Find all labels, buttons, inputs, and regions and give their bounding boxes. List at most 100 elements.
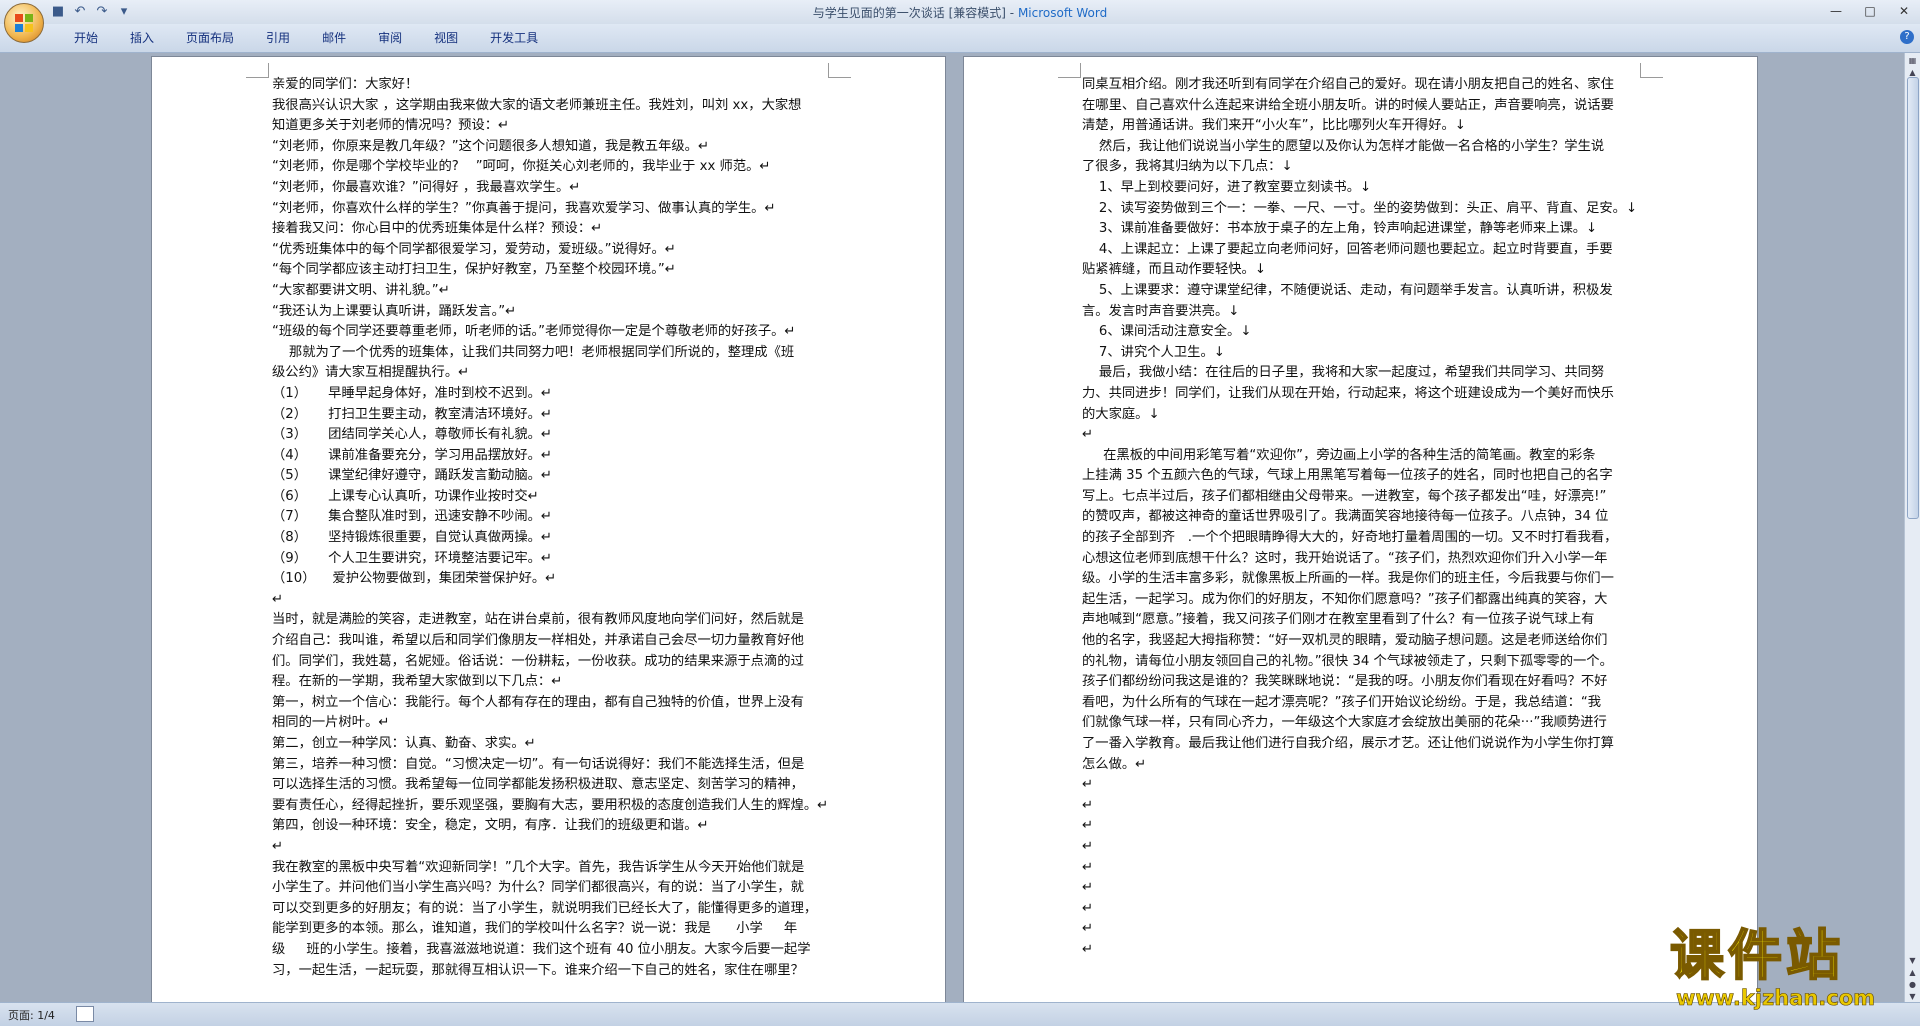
text-line: “班级的每个同学还要尊重老师，听老师的话。”老师觉得你一定是个尊敬老师的好孩子。… <box>272 324 796 340</box>
app-name: Microsoft Word <box>1017 6 1108 20</box>
ribbon-tabs: 开始 插入 页面布局 引用 邮件 审阅 视图 开发工具 <box>58 29 554 47</box>
text-line: 可以交到更多的好朋友；有的说：当了小学生，就说明我们已经长大了，能懂得更多的道理… <box>272 900 818 916</box>
office-button[interactable] <box>4 3 44 43</box>
text-line: 程。在新的一学期，我希望大家做到以下几点：↵ <box>272 674 563 690</box>
text-line: 能学到更多的本领。那么，谁知道，我们的学校叫什么名字？说一说：我是 小学 年 <box>272 921 798 937</box>
text-line: 同桌互相介绍。刚才我还听到有同学在介绍自己的爱好。现在请小朋友把自己的姓名、家住 <box>1082 77 1614 92</box>
ribbon-tab-bar: 开始 插入 页面布局 引用 邮件 审阅 视图 开发工具 ? <box>0 24 1920 53</box>
text-line: （7） 集合整队准时到，迅速安静不吵闹。↵ <box>272 509 553 525</box>
text-line: 的礼物，请每位小朋友领回自己的礼物。”很快 34 个气球被领走了，只剩下孤零零的… <box>1082 653 1613 669</box>
window-controls: — □ ✕ <box>1826 2 1914 20</box>
previous-page-icon[interactable]: ▲ <box>1907 967 1918 978</box>
tab-review[interactable]: 审阅 <box>362 29 418 47</box>
office-logo-icon <box>15 14 33 32</box>
text-line: 知道更多关于刘老师的情况吗？预设：↵ <box>272 118 510 134</box>
text-line: 清楚，用普通话讲。我们来开“小火车”，比比哪列火车开得好。↓ <box>1082 118 1466 134</box>
text-line: （3） 团结同学关心人，尊敬师长有礼貌。↵ <box>272 427 553 443</box>
text-line: 介绍自己：我叫谁，希望以后和同学们像朋友一样相处，并承诺自己会尽一切力量教育好他 <box>272 633 804 649</box>
ruler-toggle-icon[interactable]: ▦ <box>1907 55 1918 66</box>
tab-references[interactable]: 引用 <box>250 29 306 47</box>
page-1-text[interactable]: 亲爱的同学们：大家好！ 我很高兴认识大家 ，这学期由我来做大家的语文老师兼班主任。… <box>272 75 832 981</box>
window-title: 与学生见面的第一次谈话 [兼容模式] - Microsoft Word <box>812 6 1108 20</box>
text-line: 亲爱的同学们：大家好！ <box>272 77 419 92</box>
text-line: 相同的一片树叶。↵ <box>272 715 390 731</box>
tab-home[interactable]: 开始 <box>58 29 114 47</box>
margin-corner-mark <box>1058 63 1081 78</box>
text-line: ↵ <box>1082 921 1094 937</box>
text-line: “刘老师，你喜欢什么样的学生？”你真善于提问，我喜欢爱学习、做事认真的学生。↵ <box>272 200 776 216</box>
tab-view[interactable]: 视图 <box>418 29 474 47</box>
tab-mailings[interactable]: 邮件 <box>306 29 362 47</box>
text-line: 习，一起生活，一起玩耍，那就得互相认识一下。谁来介绍一下自己的姓名，家住在哪里？ <box>272 962 804 978</box>
text-line: 上挂满 35 个五颜六色的气球，气球上用黑笔写着每一位孩子的姓名，同时也把自己的… <box>1082 468 1613 484</box>
text-line: 写上。七点半过后，孩子们都相继由父母带来。一进教室，每个孩子都发出“哇，好漂亮!… <box>1082 488 1607 504</box>
text-line: 们。同学们，我姓葛，名妮娅。俗话说：一份耕耘，一份收获。成功的结果来源于点滴的过 <box>272 653 804 669</box>
text-line: 他的名字，我竖起大拇指称赞：“好一双机灵的眼睛，爱动脑子想问题。这是老师送给你们 <box>1082 633 1608 649</box>
text-line: 起生活，一起学习。成为你们的好朋友，不知你们愿意吗？”孩子们都露出纯真的笑容，大 <box>1082 591 1608 607</box>
page-2-text[interactable]: 同桌互相介绍。刚才我还听到有同学在介绍自己的爱好。现在请小朋友把自己的姓名、家住… <box>1082 75 1642 961</box>
text-line: 心想这位老师到底想干什么？这时，我开始说话了。“孩子们，热烈欢迎你们升入小学一年 <box>1082 550 1608 566</box>
text-line: “每个同学都应该主动打扫卫生，保护好教室，乃至整个校园环境。”↵ <box>272 262 676 278</box>
tab-insert[interactable]: 插入 <box>114 29 170 47</box>
text-line: 接着我又问：你心目中的优秀班集体是什么样？预设：↵ <box>272 221 603 237</box>
watermark-logo-text: 课件站 <box>1669 923 1844 987</box>
text-line: 最后，我做小结：在往后的日子里，我将和大家一起度过，希望我们共同学习、共同努 <box>1082 365 1605 381</box>
text-line: 们就像气球一样，只有同心齐力，一年级这个大家庭才会绽放出美丽的花朵···”我顺势… <box>1082 715 1607 731</box>
text-line: 7、讲究个人卫生。↓ <box>1082 344 1225 360</box>
scroll-thumb[interactable] <box>1907 77 1919 519</box>
text-line: “刘老师，你最喜欢谁？”问得好 ，我最喜欢学生。↵ <box>272 179 581 195</box>
next-page-icon[interactable]: ▼ <box>1907 991 1918 1002</box>
text-line: （6） 上课专心认真听，功课作业按时交↵ <box>272 488 539 504</box>
text-line: 的大家庭。↓ <box>1082 406 1160 422</box>
document-page-2[interactable]: 同桌互相介绍。刚才我还听到有同学在介绍自己的爱好。现在请小朋友把自己的姓名、家住… <box>964 57 1757 1002</box>
text-line: ↵ <box>1082 818 1094 834</box>
document-workspace: 亲爱的同学们：大家好！ 我很高兴认识大家 ，这学期由我来做大家的语文老师兼班主任。… <box>0 53 1905 1002</box>
proofing-status-icon[interactable] <box>76 1006 94 1022</box>
tab-page-layout[interactable]: 页面布局 <box>170 29 250 47</box>
text-line: （4） 课前准备要充分，学习用品摆放好。↵ <box>272 447 553 463</box>
text-line: ↵ <box>1082 427 1094 443</box>
minimize-icon[interactable]: — <box>1826 2 1846 20</box>
document-page-1[interactable]: 亲爱的同学们：大家好！ 我很高兴认识大家 ，这学期由我来做大家的语文老师兼班主任。… <box>152 57 945 1002</box>
text-line: 看吧，为什么所有的气球在一起才漂亮呢？”孩子们开始议论纷纷。于是，我总结道：“我 <box>1082 694 1602 710</box>
text-line: 小学生了。并问他们当小学生高兴吗？为什么？同学们都很高兴，有的说：当了小学生，就 <box>272 880 804 896</box>
text-line: （9） 个人卫生要讲究，环境整洁要记牢。↵ <box>272 550 553 566</box>
text-line: 3、课前准备要做好：书本放于桌子的左上角，铃声响起进课堂，静等老师来上课。↓ <box>1082 221 1598 237</box>
text-line: 的赞叹声，都被这神奇的童话世界吸引了。我满面笑容地接待每一位孩子。八点钟，34 … <box>1082 509 1609 525</box>
page-number-status[interactable]: 页面: 1/4 <box>8 1007 55 1023</box>
site-watermark: 课件站 www.kjzhan.com <box>1669 923 1900 1020</box>
select-browse-object-icon[interactable]: ● <box>1907 979 1918 990</box>
tab-developer[interactable]: 开发工具 <box>474 29 554 47</box>
text-line: 第一，树立一个信心：我能行。每个人都有存在的理由，都有自己独特的价值，世界上没有 <box>272 694 804 710</box>
text-line: ↵ <box>272 591 284 607</box>
text-line: 当时，就是满脸的笑容，走进教室，站在讲台桌前，很有教师风度地向学们问好，然后就是 <box>272 612 804 628</box>
title-bar: ■ ↶ ↷ ▾ 与学生见面的第一次谈话 [兼容模式] - Microsoft W… <box>0 0 1920 24</box>
text-line: 孩子们都纷纷问我这是谁的？我笑眯眯地说：“是我的呀。小朋友你们看现在好看吗？不好 <box>1082 674 1608 690</box>
text-line: ↵ <box>272 838 284 854</box>
text-line: （5） 课堂纪律好遵守，踊跃发言勤动脑。↵ <box>272 468 553 484</box>
text-line: 2、读写姿势做到三个一：一拳、一尺、一寸。坐的姿势做到：头正、肩平、背直、足安。… <box>1082 200 1638 216</box>
text-line: 力、共同进步！同学们，让我们从现在开始，行动起来，将这个班建设成为一个美好而快乐 <box>1082 385 1614 401</box>
text-line: “优秀班集体中的每个同学都很爱学习，爱劳动，爱班级。”说得好。↵ <box>272 241 676 257</box>
text-line: （10） 爱护公物要做到，集团荣誉保护好。↵ <box>272 571 557 587</box>
text-line: 1、早上到校要问好，进了教室要立刻读书。↓ <box>1082 179 1372 195</box>
text-line: 怎么做。↵ <box>1082 756 1147 772</box>
text-line: 第三，培养一种习惯：自觉。“习惯决定一切”。有一句话说得好：我们不能选择生活，但… <box>272 756 805 772</box>
text-line: 言。发言时声音要洪亮。↓ <box>1082 303 1240 319</box>
text-line: 第二，创立一种学风：认真、勤奋、求实。↵ <box>272 736 536 751</box>
text-line: 贴紧裤缝，而且动作要轻快。↓ <box>1082 262 1267 278</box>
status-bar: 页面: 1/4 <box>0 1002 1920 1026</box>
maximize-icon[interactable]: □ <box>1860 2 1880 20</box>
text-line: 了一番入学教育。最后我让他们进行自我介绍，展示才艺。还让他们说说作为小学生你打算 <box>1082 736 1614 751</box>
scroll-down-icon[interactable]: ▼ <box>1907 955 1918 966</box>
text-line: ↵ <box>1082 880 1094 896</box>
help-icon[interactable]: ? <box>1900 30 1914 44</box>
margin-corner-mark <box>246 63 269 78</box>
text-line: （1） 早睡早起身体好，准时到校不迟到。↵ <box>272 385 553 401</box>
text-line: 第四，创设一种环境：安全，稳定，文明，有序．让我们的班级更和谐。↵ <box>272 818 709 834</box>
close-icon[interactable]: ✕ <box>1894 2 1914 20</box>
text-line: 级。小学的生活丰富多彩，就像黑板上所画的一样。我是你们的班主任，今后我要与你们一 <box>1082 571 1614 587</box>
vertical-scrollbar[interactable]: ▦ ▲ ▼ ▲ ● ▼ <box>1904 53 1920 1002</box>
text-line: 级 班的小学生。接着，我喜滋滋地说道：我们这个班有 40 位小朋友。大家今后要一… <box>272 941 811 957</box>
text-line: 4、上课起立：上课了要起立向老师问好，回答老师问题也要起立。起立时背要直，手要 <box>1082 241 1613 257</box>
